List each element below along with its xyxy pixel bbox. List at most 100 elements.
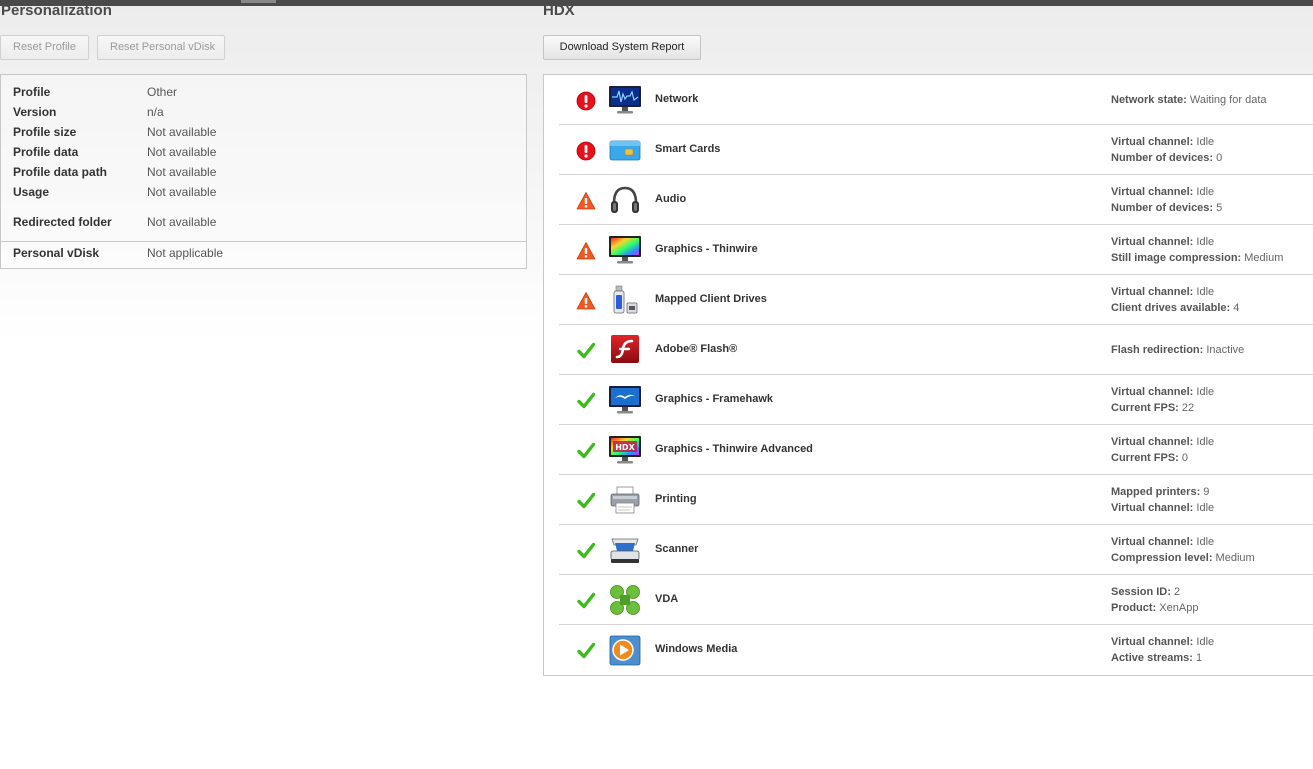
hdx-row-info: Virtual channel: Idle Client drives avai… bbox=[1111, 284, 1239, 316]
info-value: Medium bbox=[1244, 252, 1284, 264]
info-value: 4 bbox=[1233, 302, 1240, 314]
hdx-row-name: Scanner bbox=[655, 543, 699, 555]
info-label: Virtual channel: bbox=[1111, 236, 1194, 248]
hdx-row-name: Graphics - Thinwire Advanced bbox=[655, 443, 813, 455]
profile-data-row: Profile data Not available bbox=[13, 144, 513, 160]
info-value: Idle bbox=[1196, 136, 1215, 148]
hdx-row-info: Network state: Waiting for data bbox=[1111, 92, 1267, 108]
windows-media-icon bbox=[609, 635, 641, 666]
top-bar bbox=[0, 0, 1313, 6]
info-label: Virtual channel: bbox=[1111, 436, 1194, 448]
profile-row-key: Profile bbox=[13, 85, 51, 99]
usb-drive-icon bbox=[613, 285, 638, 314]
profile-size-row: Profile size Not available bbox=[13, 124, 513, 140]
hdx-row-info: Mapped printers: 9 Virtual channel: Idle bbox=[1111, 484, 1214, 516]
usage-row: Usage Not available bbox=[13, 184, 513, 200]
redirected-folder-row: Redirected folder Not available bbox=[13, 214, 513, 230]
svg-text:HDX: HDX bbox=[615, 443, 635, 452]
framehawk-monitor-icon bbox=[609, 386, 641, 414]
hdx-row-name: Windows Media bbox=[655, 643, 738, 655]
hdx-row-scanner[interactable]: Scanner Virtual channel: Idle Compressio… bbox=[559, 525, 1313, 575]
hdx-row-audio[interactable]: Audio Virtual channel: Idle Number of de… bbox=[559, 175, 1313, 225]
profile-size-row-key: Profile size bbox=[13, 125, 77, 139]
hdx-row-graphics-framehawk[interactable]: Graphics - Framehawk Virtual channel: Id… bbox=[559, 375, 1313, 425]
network-monitor-icon bbox=[609, 86, 641, 114]
profile-data-row-key: Profile data bbox=[13, 145, 79, 159]
hdx-row-info: Virtual channel: Idle Compression level:… bbox=[1111, 534, 1255, 566]
hdx-title: HDX bbox=[543, 3, 575, 19]
hdx-row-name: Graphics - Thinwire bbox=[655, 243, 758, 255]
info-value: Idle bbox=[1196, 386, 1215, 398]
vda-icon bbox=[610, 585, 640, 615]
reset-personal-vdisk-button[interactable]: Reset Personal vDisk bbox=[97, 35, 225, 60]
hdx-channel-list: Network Network state: Waiting for data … bbox=[543, 74, 1313, 676]
check-icon bbox=[577, 442, 596, 459]
hdx-row-smart-cards[interactable]: Smart Cards Virtual channel: Idle Number… bbox=[559, 125, 1313, 175]
download-system-report-button[interactable]: Download System Report bbox=[543, 35, 701, 60]
warning-icon bbox=[576, 242, 596, 260]
hdx-row-adobe-flash[interactable]: Adobe® Flash® Flash redirection: Inactiv… bbox=[559, 325, 1313, 375]
profile-row-value: Other bbox=[147, 85, 178, 99]
info-value: Inactive bbox=[1206, 344, 1245, 356]
hdx-row-name: Smart Cards bbox=[655, 143, 721, 155]
info-label: Virtual channel: bbox=[1111, 186, 1194, 198]
hdx-row-name: Network bbox=[655, 93, 699, 105]
hdx-row-name: Audio bbox=[655, 193, 687, 205]
version-row: Version n/a bbox=[13, 104, 513, 120]
info-value: 5 bbox=[1216, 202, 1223, 214]
hdx-row-network[interactable]: Network Network state: Waiting for data bbox=[559, 75, 1313, 125]
hdx-row-name: Mapped Client Drives bbox=[655, 293, 767, 305]
hdx-row-info: Virtual channel: Idle Current FPS: 22 bbox=[1111, 384, 1214, 416]
info-label: Virtual channel: bbox=[1111, 386, 1194, 398]
info-value: Idle bbox=[1196, 502, 1215, 514]
top-bar-tab bbox=[241, 0, 276, 3]
headphones-icon bbox=[611, 186, 639, 213]
hdx-row-windows-media[interactable]: Windows Media Virtual channel: Idle Acti… bbox=[559, 625, 1313, 675]
warning-icon bbox=[576, 192, 596, 210]
check-icon bbox=[577, 642, 596, 659]
profile-divider bbox=[1, 241, 526, 242]
hdx-row-graphics-thinwire[interactable]: Graphics - Thinwire Virtual channel: Idl… bbox=[559, 225, 1313, 275]
hdx-row-name: Printing bbox=[655, 493, 697, 505]
info-value: XenApp bbox=[1159, 602, 1199, 614]
color-monitor-icon bbox=[609, 236, 641, 264]
check-icon bbox=[577, 342, 596, 359]
info-value: 22 bbox=[1181, 402, 1195, 414]
redirected-folder-row-value: Not available bbox=[147, 215, 217, 229]
info-value: Idle bbox=[1196, 286, 1215, 298]
hdx-row-vda[interactable]: VDA Session ID: 2 Product: XenApp bbox=[559, 575, 1313, 625]
usage-row-value: Not available bbox=[147, 185, 217, 199]
info-value: 0 bbox=[1181, 452, 1189, 464]
scanner-icon bbox=[610, 538, 640, 563]
printer-icon bbox=[610, 486, 640, 514]
hdx-row-printing[interactable]: Printing Mapped printers: 9 Virtual chan… bbox=[559, 475, 1313, 525]
hdx-row-name: VDA bbox=[655, 593, 679, 605]
reset-profile-button[interactable]: Reset Profile bbox=[0, 35, 89, 60]
info-label: Virtual channel: bbox=[1111, 136, 1194, 148]
hdx-row-info: Virtual channel: Idle Number of devices:… bbox=[1111, 184, 1222, 216]
hdx-row-info: Virtual channel: Idle Number of devices:… bbox=[1111, 134, 1222, 166]
info-label: Session ID: bbox=[1111, 586, 1171, 598]
personalization-title: Personalization bbox=[1, 3, 112, 19]
warning-icon bbox=[576, 292, 596, 310]
info-label: Active streams: bbox=[1111, 652, 1193, 664]
info-label: Virtual channel: bbox=[1111, 502, 1194, 514]
profile-data-row-value: Not available bbox=[147, 145, 217, 159]
hdx-row-info: Flash redirection: Inactive bbox=[1111, 342, 1244, 358]
error-icon bbox=[576, 141, 596, 161]
info-value: Idle bbox=[1196, 186, 1215, 198]
personal-vdisk-row-key: Personal vDisk bbox=[13, 246, 100, 260]
hdx-monitor-icon: HDX bbox=[609, 436, 641, 464]
hdx-row-mapped-client-drives[interactable]: Mapped Client Drives Virtual channel: Id… bbox=[559, 275, 1313, 325]
info-value: 2 bbox=[1173, 586, 1181, 598]
hdx-row-name: Graphics - Framehawk bbox=[655, 393, 773, 405]
info-label: Network state: bbox=[1111, 94, 1187, 106]
info-label: Virtual channel: bbox=[1111, 636, 1194, 648]
info-value: Idle bbox=[1196, 436, 1215, 448]
info-value: 1 bbox=[1196, 652, 1203, 664]
hdx-row-graphics-thinwire-advanced[interactable]: HDX Graphics - Thinwire Advanced Virtual… bbox=[559, 425, 1313, 475]
info-value: Idle bbox=[1196, 636, 1215, 648]
info-value: 9 bbox=[1203, 486, 1210, 498]
check-icon bbox=[577, 542, 596, 559]
info-label: Current FPS: bbox=[1111, 452, 1179, 464]
